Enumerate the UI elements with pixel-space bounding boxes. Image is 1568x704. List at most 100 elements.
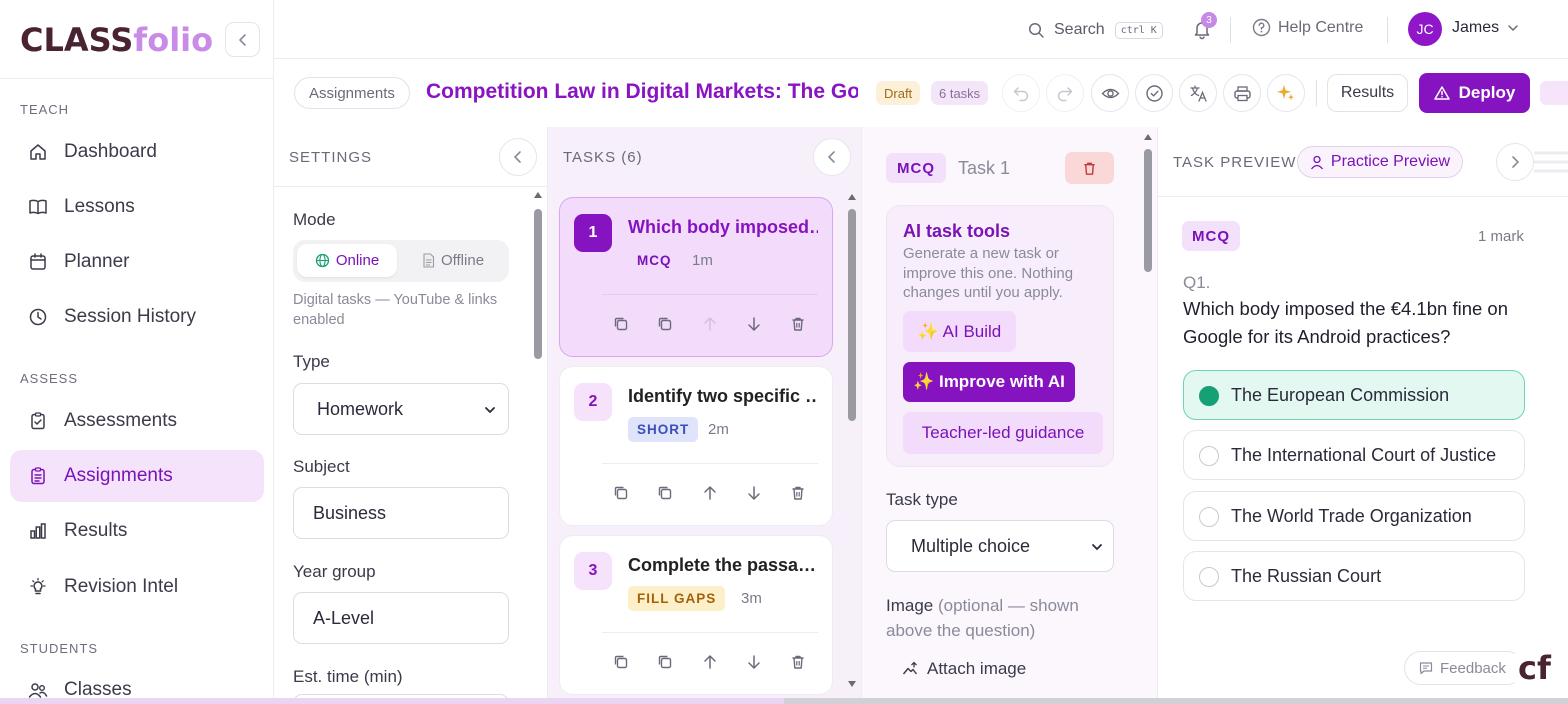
mode-online-label: Online bbox=[335, 252, 380, 269]
redo-icon bbox=[1057, 87, 1073, 102]
duplicate-icon[interactable] bbox=[656, 484, 674, 502]
duplicate-icon[interactable] bbox=[656, 653, 674, 671]
collapse-sidebar-button[interactable] bbox=[225, 22, 260, 57]
answer-option-text: The International Court of Justice bbox=[1231, 444, 1497, 465]
trash-icon[interactable] bbox=[789, 653, 807, 671]
arrow-up-icon[interactable] bbox=[701, 484, 719, 502]
assignment-header: Assignments Competition Law in Digital M… bbox=[274, 59, 1568, 127]
print-button[interactable] bbox=[1223, 74, 1261, 112]
validate-button[interactable] bbox=[1135, 74, 1173, 112]
radio-unselected[interactable] bbox=[1199, 567, 1219, 587]
delete-task-button[interactable] bbox=[1065, 152, 1114, 184]
corner-brand-logo[interactable]: cf bbox=[1515, 648, 1568, 688]
copy-icon[interactable] bbox=[612, 484, 630, 502]
calendar-icon bbox=[27, 251, 49, 273]
image-label: Image (optional — shown above the questi… bbox=[886, 593, 1116, 643]
attach-image-button[interactable]: Attach image bbox=[902, 659, 1026, 679]
trash-icon[interactable] bbox=[789, 484, 807, 502]
improve-with-ai-button[interactable]: ✨ Improve with AI bbox=[903, 362, 1075, 402]
translate-button[interactable] bbox=[1179, 74, 1217, 112]
copy-icon[interactable] bbox=[612, 315, 630, 333]
answer-option-2[interactable]: The International Court of Justice bbox=[1183, 430, 1525, 480]
topbar-divider bbox=[1230, 17, 1231, 43]
feedback-button[interactable]: Feedback bbox=[1404, 651, 1524, 685]
chevron-down-icon[interactable] bbox=[1507, 22, 1519, 34]
brand-logo[interactable]: CLASSfolio bbox=[20, 20, 213, 60]
type-select[interactable]: Homework bbox=[293, 383, 509, 435]
bar-chart-icon bbox=[27, 520, 49, 542]
settings-header: SETTINGS bbox=[274, 127, 548, 187]
task-actions bbox=[612, 484, 812, 504]
scroll-up-arrow-icon[interactable] bbox=[847, 193, 857, 201]
tasks-scrollbar[interactable] bbox=[848, 209, 856, 421]
avatar[interactable]: JC bbox=[1408, 12, 1442, 46]
duplicate-icon[interactable] bbox=[656, 315, 674, 333]
arrow-up-icon[interactable] bbox=[701, 653, 719, 671]
arrow-down-icon[interactable] bbox=[745, 653, 763, 671]
collapse-settings-button[interactable] bbox=[499, 138, 537, 176]
redo-button[interactable] bbox=[1046, 74, 1084, 112]
teacher-led-guidance-button[interactable]: Teacher-led guidance bbox=[903, 412, 1103, 454]
preview-header: TASK PREVIEW Practice Preview bbox=[1158, 127, 1568, 197]
logo-text-class: CLASS bbox=[20, 21, 134, 59]
arrow-up-icon[interactable] bbox=[701, 315, 719, 333]
radio-unselected[interactable] bbox=[1199, 446, 1219, 466]
task-card-1[interactable]: 1 Which body imposed… MCQ 1m bbox=[559, 197, 833, 357]
sidebar-item-revision-intel[interactable]: Revision Intel bbox=[10, 561, 264, 613]
chevron-left-icon bbox=[513, 151, 521, 163]
task-type-select[interactable]: Multiple choice bbox=[886, 520, 1114, 572]
undo-button[interactable] bbox=[1002, 74, 1040, 112]
sidebar-item-assignments[interactable]: Assignments bbox=[10, 450, 264, 502]
user-name[interactable]: James bbox=[1452, 19, 1499, 37]
answer-option-1[interactable]: The European Commission bbox=[1183, 370, 1525, 420]
collapse-tasks-button[interactable] bbox=[813, 138, 851, 176]
sidebar-item-dashboard[interactable]: Dashboard bbox=[10, 126, 264, 178]
sidebar-item-lessons[interactable]: Lessons bbox=[10, 181, 264, 233]
answer-option-4[interactable]: The Russian Court bbox=[1183, 551, 1525, 601]
year-group-input[interactable]: A-Level bbox=[293, 592, 509, 644]
editor-scrollbar[interactable] bbox=[1144, 149, 1152, 272]
mode-toggle: Online Offline bbox=[293, 240, 509, 282]
arrow-down-icon[interactable] bbox=[745, 315, 763, 333]
question-text: Which body imposed the €4.1bn fine on Go… bbox=[1183, 298, 1508, 347]
task-card-2[interactable]: 2 Identify two specific … SHORT 2m bbox=[559, 366, 833, 526]
settings-scrollbar[interactable] bbox=[534, 209, 542, 359]
header-accent-decoration bbox=[1540, 81, 1568, 105]
subject-input[interactable]: Business bbox=[293, 487, 509, 539]
deploy-button[interactable]: Deploy bbox=[1419, 73, 1530, 113]
ai-build-button[interactable]: ✨ AI Build bbox=[903, 311, 1016, 352]
help-circle-icon bbox=[1252, 18, 1271, 37]
scroll-down-arrow-icon[interactable] bbox=[847, 680, 857, 688]
preview-button[interactable] bbox=[1091, 74, 1129, 112]
radio-selected[interactable] bbox=[1199, 386, 1219, 406]
trash-icon[interactable] bbox=[789, 315, 807, 333]
results-button[interactable]: Results bbox=[1327, 74, 1408, 112]
sidebar-item-assessments[interactable]: Assessments bbox=[10, 395, 264, 447]
search-button[interactable]: Search ctrl K bbox=[1028, 18, 1163, 42]
answer-option-3[interactable]: The World Trade Organization bbox=[1183, 491, 1525, 541]
sidebar-item-planner[interactable]: Planner bbox=[10, 236, 264, 288]
mode-online-option[interactable]: Online bbox=[297, 244, 397, 277]
scroll-up-arrow-icon[interactable] bbox=[1143, 133, 1153, 141]
expand-preview-button[interactable] bbox=[1496, 143, 1534, 181]
sidebar-item-label: Lessons bbox=[64, 196, 135, 217]
radio-unselected[interactable] bbox=[1199, 507, 1219, 527]
scroll-up-arrow-icon[interactable] bbox=[533, 191, 543, 199]
help-centre-link[interactable]: Help Centre bbox=[1252, 18, 1363, 37]
practice-preview-toggle[interactable]: Practice Preview bbox=[1297, 146, 1463, 178]
tasks-count-badge: 6 tasks bbox=[931, 81, 989, 105]
arrow-down-icon[interactable] bbox=[745, 484, 763, 502]
sidebar-item-session-history[interactable]: Session History bbox=[10, 291, 264, 343]
ai-assist-button[interactable] bbox=[1267, 74, 1305, 112]
task-card-3[interactable]: 3 Complete the passa… FILL GAPS 3m bbox=[559, 535, 833, 695]
mode-offline-option[interactable]: Offline bbox=[403, 244, 503, 277]
horizontal-scrollbar-thumb[interactable] bbox=[784, 698, 1568, 704]
sidebar-item-label: Session History bbox=[64, 306, 196, 327]
practice-preview-label: Practice Preview bbox=[1330, 153, 1451, 170]
task-number: 1 bbox=[574, 214, 612, 252]
task-actions bbox=[612, 653, 812, 673]
breadcrumb-assignments[interactable]: Assignments bbox=[294, 77, 410, 109]
copy-icon[interactable] bbox=[612, 653, 630, 671]
sidebar-item-results[interactable]: Results bbox=[10, 505, 264, 557]
page-title[interactable]: Competition Law in Digital Markets: The … bbox=[426, 80, 858, 104]
